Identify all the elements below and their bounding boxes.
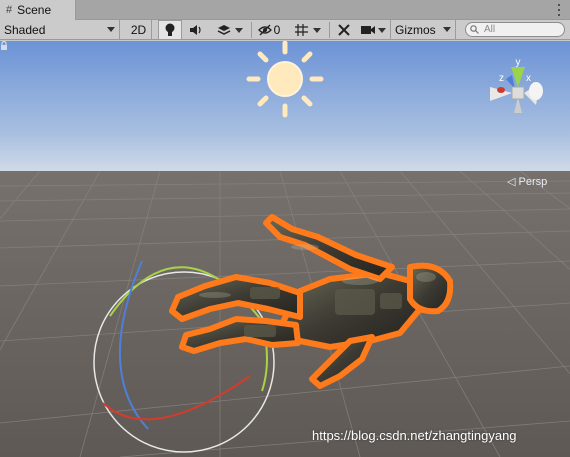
audio-toggle-button[interactable]	[184, 20, 208, 40]
eye-hidden-icon	[257, 24, 272, 36]
grid-icon	[294, 24, 308, 36]
divider	[251, 22, 252, 38]
2d-mode-label: 2D	[130, 23, 147, 37]
shading-mode-value: Shaded	[4, 23, 46, 37]
tab-scene[interactable]: # Scene	[0, 0, 76, 20]
shading-mode-dropdown[interactable]: Shaded	[0, 20, 120, 40]
layers-icon	[217, 25, 231, 35]
gizmos-dropdown[interactable]: Gizmos	[390, 20, 456, 40]
projection-toggle[interactable]: ◁ Persp	[507, 175, 547, 188]
chevron-down-icon	[378, 27, 386, 33]
persp-icon: ◁	[507, 176, 519, 188]
sun-icon[interactable]	[246, 41, 324, 118]
search-input[interactable]: All	[465, 22, 565, 37]
effects-dropdown[interactable]	[210, 20, 250, 40]
chevron-down-icon	[443, 27, 451, 32]
scene-visibility-toggle[interactable]: 0	[254, 20, 284, 40]
divider	[329, 22, 330, 38]
speaker-icon	[190, 25, 201, 35]
gizmo-center-cube[interactable]	[511, 86, 525, 100]
gizmos-label: Gizmos	[395, 23, 436, 37]
wrench-icon	[338, 24, 350, 36]
tab-bar: # Scene	[0, 0, 570, 20]
tab-scene-label: Scene	[17, 3, 52, 17]
lock-icon[interactable]	[0, 41, 8, 51]
more-options-icon[interactable]	[556, 2, 562, 18]
z-axis-label: z	[499, 73, 504, 84]
chevron-down-icon	[235, 27, 243, 33]
scene-canvas[interactable]: y z x	[0, 41, 570, 457]
x-axis-label: x	[526, 73, 531, 84]
hidden-object-count: 0	[273, 23, 281, 37]
tools-button[interactable]	[332, 20, 356, 40]
camera-icon	[361, 26, 375, 34]
x-axis-dot	[497, 87, 505, 93]
chevron-down-icon	[312, 27, 321, 33]
projection-label: Persp	[518, 176, 548, 188]
grid-icon: #	[6, 4, 13, 16]
2d-mode-button[interactable]: 2D	[126, 20, 152, 40]
search-icon	[470, 25, 479, 34]
neg-z-axis-cone[interactable]	[529, 82, 543, 100]
watermark-text: https://blog.csdn.net/zhangtingyang	[312, 428, 517, 443]
lightbulb-icon	[165, 23, 175, 36]
camera-dropdown[interactable]	[357, 20, 389, 40]
grid-snapping-dropdown[interactable]	[287, 20, 327, 40]
scene-viewport[interactable]: y z x ◁ Persp	[0, 41, 570, 457]
chevron-down-icon	[107, 27, 115, 32]
search-placeholder: All	[484, 24, 496, 35]
y-axis-label: y	[516, 57, 521, 68]
lighting-toggle-button[interactable]	[158, 20, 182, 40]
